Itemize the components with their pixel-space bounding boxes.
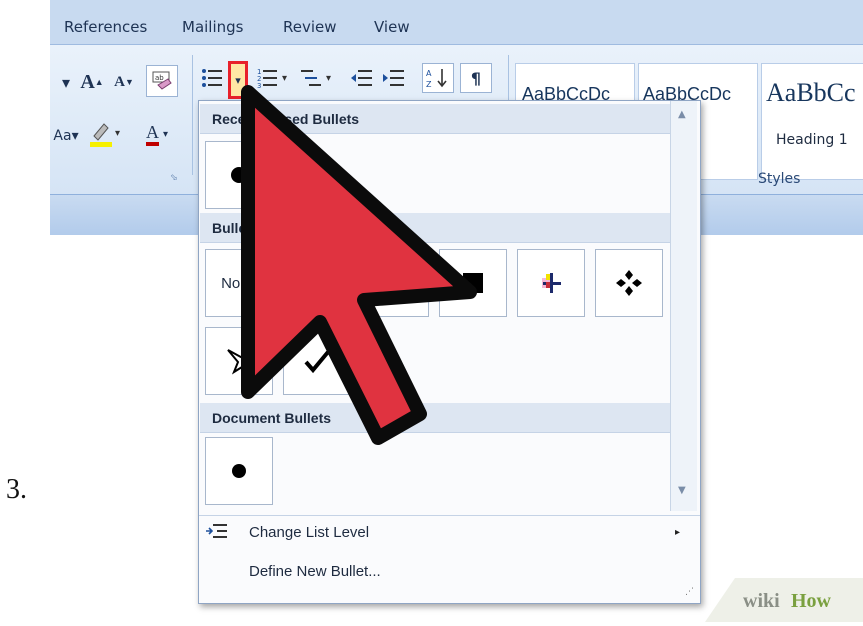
watermark-background [705, 578, 863, 622]
wikihow-watermark: wiki How [705, 578, 863, 622]
watermark-how: How [791, 590, 831, 612]
pointer-arrow-icon [241, 85, 477, 445]
watermark-wiki: wiki [743, 590, 780, 612]
